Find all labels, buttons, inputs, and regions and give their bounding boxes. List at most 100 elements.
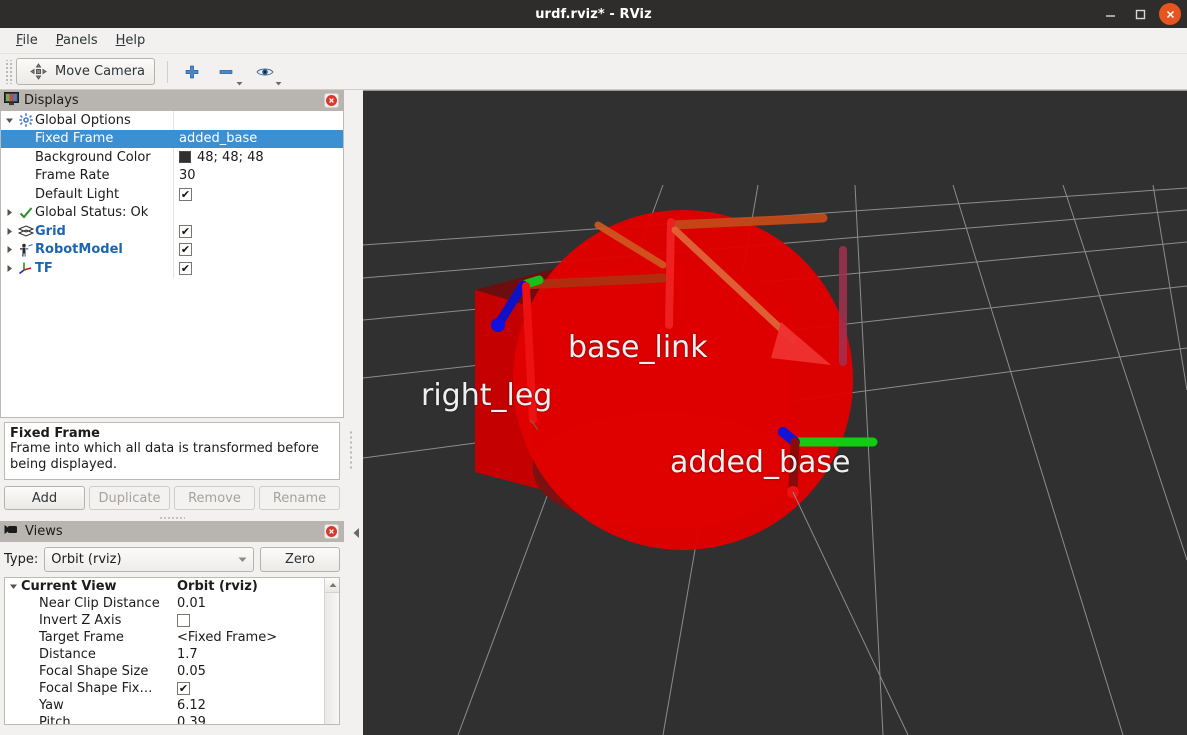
views-value[interactable]: 0.05: [173, 664, 339, 679]
add-display-button[interactable]: [180, 60, 204, 84]
remove-display-button[interactable]: [214, 60, 243, 85]
twisty-right-icon[interactable]: [1, 264, 17, 273]
duplicate-button[interactable]: Duplicate: [89, 486, 170, 510]
tree-label: Fixed Frame: [35, 131, 114, 147]
robotmodel-enabled-checkbox[interactable]: ✔: [173, 240, 343, 259]
checkbox-checked-icon[interactable]: ✔: [179, 243, 192, 257]
robot-base-link-sphere: [513, 210, 853, 550]
views-label: Current View: [21, 579, 117, 594]
views-row-yaw[interactable]: Yaw 6.12: [5, 697, 339, 714]
views-row-invert-z-axis[interactable]: Invert Z Axis: [5, 612, 339, 629]
tree-value[interactable]: [173, 111, 343, 130]
toolbar-grip[interactable]: [4, 59, 13, 84]
eye-icon: [253, 60, 277, 84]
menubar: File Panels Help: [0, 28, 1187, 54]
tf-enabled-checkbox[interactable]: ✔: [173, 259, 343, 278]
view-type-select[interactable]: Orbit (rviz): [44, 547, 254, 572]
close-icon[interactable]: [1159, 3, 1181, 25]
tree-row-global-options[interactable]: Global Options: [1, 111, 343, 130]
tree-row-default-light[interactable]: Default Light ✔: [1, 185, 343, 204]
move-camera-label: Move Camera: [55, 64, 146, 79]
background-color-text: 48; 48; 48: [197, 149, 264, 165]
views-panel-title: Views: [25, 524, 63, 539]
tree-row-tf[interactable]: TF ✔: [1, 259, 343, 278]
tf-label-base-link: base_link: [568, 330, 708, 365]
menu-file[interactable]: File: [8, 31, 46, 50]
move-camera-button[interactable]: Move Camera: [16, 58, 156, 85]
checkbox-checked-icon[interactable]: ✔: [177, 682, 190, 695]
views-tree[interactable]: Current View Orbit (rviz) Near Clip Dist…: [4, 577, 340, 725]
views-row-distance[interactable]: Distance 1.7: [5, 646, 339, 663]
views-row-focal-shape-fixed[interactable]: Focal Shape Fix… ✔: [5, 680, 339, 697]
twisty-right-icon[interactable]: [1, 208, 17, 217]
displays-monitor-icon: [4, 91, 19, 110]
tree-label: RobotModel: [35, 242, 123, 258]
checkbox-checked-icon[interactable]: ✔: [179, 224, 192, 238]
splitter-grip[interactable]: [349, 430, 353, 470]
menu-help[interactable]: Help: [108, 31, 154, 50]
twisty-right-icon[interactable]: [1, 245, 17, 254]
views-value[interactable]: ✔: [173, 682, 339, 695]
displays-panel-header: Displays: [0, 90, 344, 111]
menu-help-mnemonic: H: [115, 33, 126, 48]
dock-viewport-splitter[interactable]: [345, 90, 363, 735]
tree-row-robotmodel[interactable]: RobotModel ✔: [1, 240, 343, 259]
views-label: Pitch: [39, 715, 71, 725]
menu-file-rest: ile: [22, 33, 38, 48]
default-light-value[interactable]: ✔: [173, 185, 343, 204]
views-panel-close-button[interactable]: [324, 524, 339, 539]
twisty-down-icon[interactable]: [1, 116, 17, 125]
window-title: urdf.rviz* - RViz: [535, 6, 652, 22]
minimize-icon[interactable]: [1096, 0, 1124, 28]
views-value[interactable]: Orbit (rviz): [173, 579, 339, 594]
tree-row-global-status[interactable]: Global Status: Ok: [1, 203, 343, 222]
menu-panels[interactable]: Panels: [48, 31, 106, 50]
views-label: Distance: [39, 647, 96, 662]
frame-rate-value[interactable]: 30: [173, 166, 343, 185]
maximize-icon[interactable]: [1126, 0, 1154, 28]
checkbox-checked-icon[interactable]: ✔: [179, 187, 192, 201]
scroll-up-arrow-icon[interactable]: [325, 578, 339, 593]
views-value[interactable]: 0.01: [173, 596, 339, 611]
dock-splitter-handle[interactable]: [0, 514, 344, 521]
views-row-focal-shape-size[interactable]: Focal Shape Size 0.05: [5, 663, 339, 680]
checkbox-unchecked-icon[interactable]: [177, 614, 190, 627]
tree-row-background-color[interactable]: Background Color 48; 48; 48: [1, 148, 343, 167]
camera-icon: [4, 524, 20, 539]
tree-row-frame-rate[interactable]: Frame Rate 30: [1, 166, 343, 185]
rename-button[interactable]: Rename: [259, 486, 340, 510]
zero-button[interactable]: Zero: [260, 547, 340, 572]
tree-row-fixed-frame[interactable]: Fixed Frame added_base: [1, 129, 343, 148]
views-value[interactable]: [173, 614, 339, 627]
grid-enabled-checkbox[interactable]: ✔: [173, 222, 343, 241]
views-value[interactable]: <Fixed Frame>: [173, 630, 339, 645]
views-row-current-view[interactable]: Current View Orbit (rviz): [5, 578, 339, 595]
background-color-value[interactable]: 48; 48; 48: [173, 148, 343, 167]
views-label: Invert Z Axis: [39, 613, 122, 628]
focus-dropdown-arrow-icon[interactable]: [275, 76, 282, 85]
tree-value: [173, 203, 343, 222]
remove-dropdown-arrow-icon[interactable]: [236, 76, 243, 85]
focus-camera-button[interactable]: [253, 60, 282, 85]
displays-panel-close-button[interactable]: [324, 93, 339, 108]
fixed-frame-value[interactable]: added_base: [173, 129, 343, 148]
left-dock: Displays Global Options Fixed Frame adde…: [0, 90, 344, 735]
twisty-right-icon[interactable]: [1, 227, 17, 236]
displays-tree[interactable]: Global Options Fixed Frame added_base Ba…: [0, 111, 344, 418]
remove-button[interactable]: Remove: [174, 486, 255, 510]
3d-viewport[interactable]: base_link right_leg added_base: [363, 90, 1187, 735]
views-row-target-frame[interactable]: Target Frame <Fixed Frame>: [5, 629, 339, 646]
views-row-near-clip-distance[interactable]: Near Clip Distance 0.01: [5, 595, 339, 612]
views-value[interactable]: 1.7: [173, 647, 339, 662]
views-scrollbar[interactable]: [324, 578, 339, 724]
views-value[interactable]: 0.39: [173, 715, 339, 724]
checkbox-checked-icon[interactable]: ✔: [179, 261, 192, 275]
tf-connector-line: [792, 491, 909, 735]
toolbar-separator: [167, 60, 169, 83]
views-value[interactable]: 6.12: [173, 698, 339, 713]
views-row-pitch[interactable]: Pitch 0.39: [5, 714, 339, 725]
add-button[interactable]: Add: [4, 486, 85, 510]
tree-row-grid[interactable]: Grid ✔: [1, 222, 343, 241]
twisty-down-icon[interactable]: [5, 582, 21, 591]
collapse-left-arrow-icon[interactable]: [353, 527, 360, 543]
